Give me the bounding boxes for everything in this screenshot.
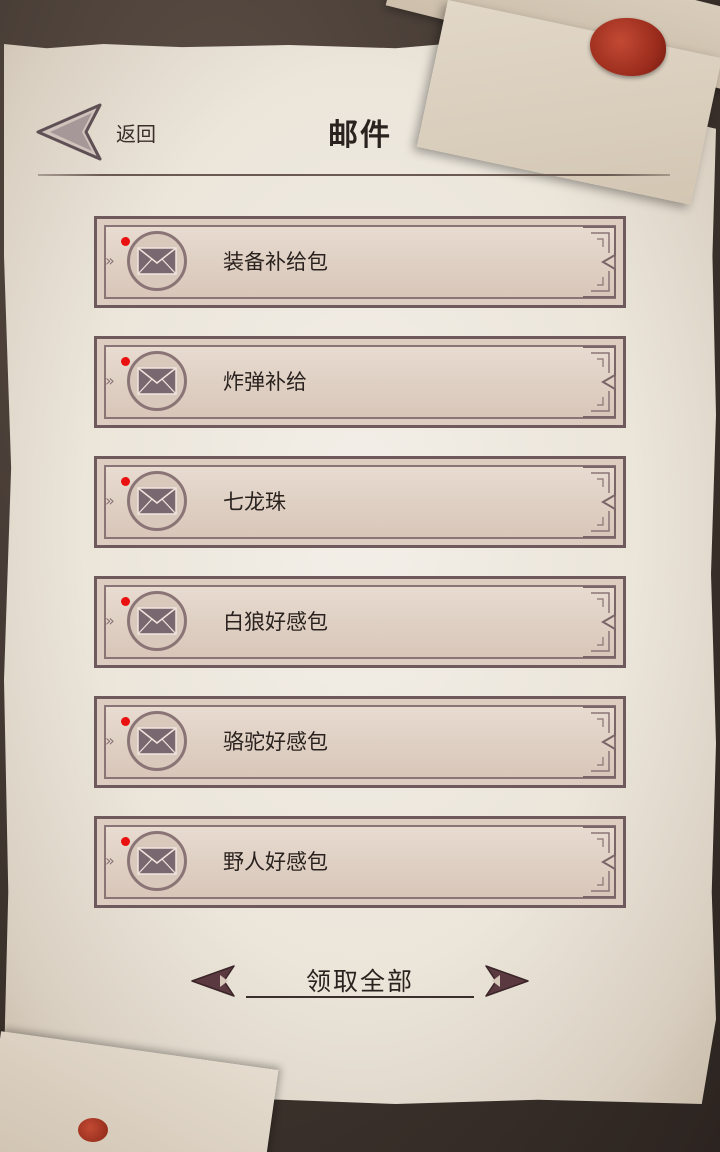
mail-item-5[interactable]: » 骆驼好感包 <box>94 696 626 788</box>
envelope-icon <box>127 471 187 531</box>
chevron-right-icon: » <box>105 731 115 750</box>
header-divider <box>38 174 670 176</box>
mail-title: 七龙珠 <box>223 490 286 514</box>
ornament-corner-icon <box>583 346 616 418</box>
unread-indicator <box>121 477 130 486</box>
arrow-right-icon <box>485 965 529 997</box>
chevron-right-icon: » <box>105 251 115 270</box>
claim-all-button[interactable]: 领取全部 <box>190 956 530 1006</box>
claim-all-underline <box>246 996 474 998</box>
chevron-right-icon: » <box>105 371 115 390</box>
mail-item-1[interactable]: » 装备补给包 <box>94 216 626 308</box>
mail-item-3[interactable]: » 七龙珠 <box>94 456 626 548</box>
envelope-icon <box>127 591 187 651</box>
ornament-corner-icon <box>583 466 616 538</box>
unread-indicator <box>121 717 130 726</box>
envelope-icon <box>127 231 187 291</box>
envelope-icon <box>127 831 187 891</box>
chevron-right-icon: » <box>105 611 115 630</box>
claim-all-label: 领取全部 <box>305 967 414 996</box>
mail-item-4[interactable]: » 白狼好感包 <box>94 576 626 668</box>
mail-title: 白狼好感包 <box>223 610 328 634</box>
ornament-corner-icon <box>583 706 616 778</box>
mail-title: 装备补给包 <box>223 250 328 274</box>
mail-item-6[interactable]: » 野人好感包 <box>94 816 626 908</box>
small-wax-seal-icon <box>78 1118 108 1142</box>
ornament-corner-icon <box>583 226 616 298</box>
unread-indicator <box>121 237 130 246</box>
envelope-icon <box>127 351 187 411</box>
ornament-corner-icon <box>583 826 616 898</box>
chevron-right-icon: » <box>105 491 115 510</box>
ornament-corner-icon <box>583 586 616 658</box>
chevron-right-icon: » <box>105 851 115 870</box>
unread-indicator <box>121 357 130 366</box>
mail-title: 骆驼好感包 <box>223 730 328 754</box>
unread-indicator <box>121 837 130 846</box>
mail-item-2[interactable]: » 炸弹补给 <box>94 336 626 428</box>
page-title: 邮件 <box>328 118 392 153</box>
unread-indicator <box>121 597 130 606</box>
arrow-left-icon <box>191 965 235 997</box>
wax-seal-icon <box>590 18 666 76</box>
envelope-icon <box>127 711 187 771</box>
mail-title: 野人好感包 <box>223 850 328 874</box>
mail-list: » 装备补给包 » 炸弹补给 » 七龙珠 » 白狼好感包 » 骆驼好感包 » 野… <box>94 216 626 936</box>
mail-title: 炸弹补给 <box>223 370 307 394</box>
